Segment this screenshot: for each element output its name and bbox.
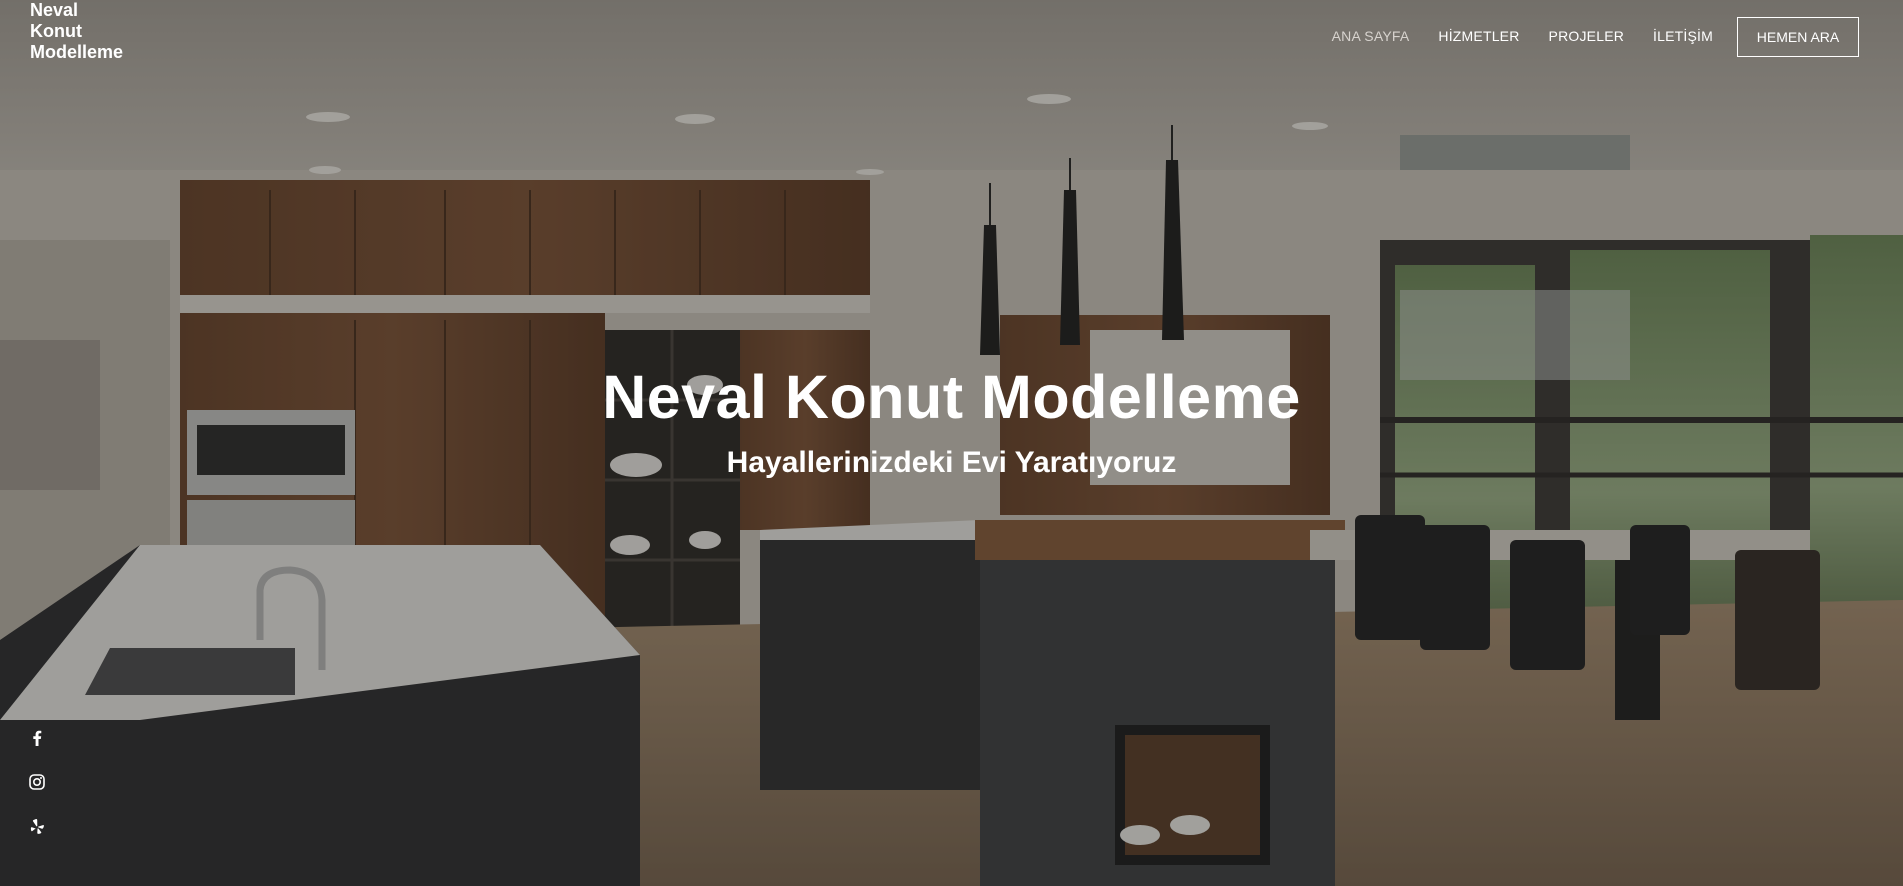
hero-title: Neval Konut Modelleme: [602, 363, 1301, 431]
hero-overlay: [0, 0, 1903, 886]
yelp-icon[interactable]: [26, 816, 48, 836]
instagram-icon[interactable]: [26, 772, 48, 792]
social-links: [26, 728, 48, 836]
facebook-icon[interactable]: [26, 728, 48, 748]
nav-item-iletisim[interactable]: İLETİŞİM: [1653, 28, 1713, 44]
site-logo[interactable]: Neval Konut Modelleme: [30, 0, 160, 63]
main-navigation: ANA SAYFA HİZMETLER PROJELER İLETİŞİM: [1332, 28, 1713, 44]
nav-item-hizmetler[interactable]: HİZMETLER: [1438, 28, 1519, 44]
logo-line-2: Konut: [30, 21, 82, 41]
nav-item-projeler[interactable]: PROJELER: [1549, 28, 1625, 44]
nav-item-ana-sayfa[interactable]: ANA SAYFA: [1332, 28, 1410, 44]
logo-line-1: Neval: [30, 0, 79, 20]
logo-line-3: Modelleme: [30, 42, 124, 62]
call-now-button[interactable]: HEMEN ARA: [1737, 17, 1859, 57]
hero-subtitle: Hayallerinizdeki Evi Yaratıyoruz: [726, 446, 1177, 479]
hero-section: [0, 0, 1903, 886]
